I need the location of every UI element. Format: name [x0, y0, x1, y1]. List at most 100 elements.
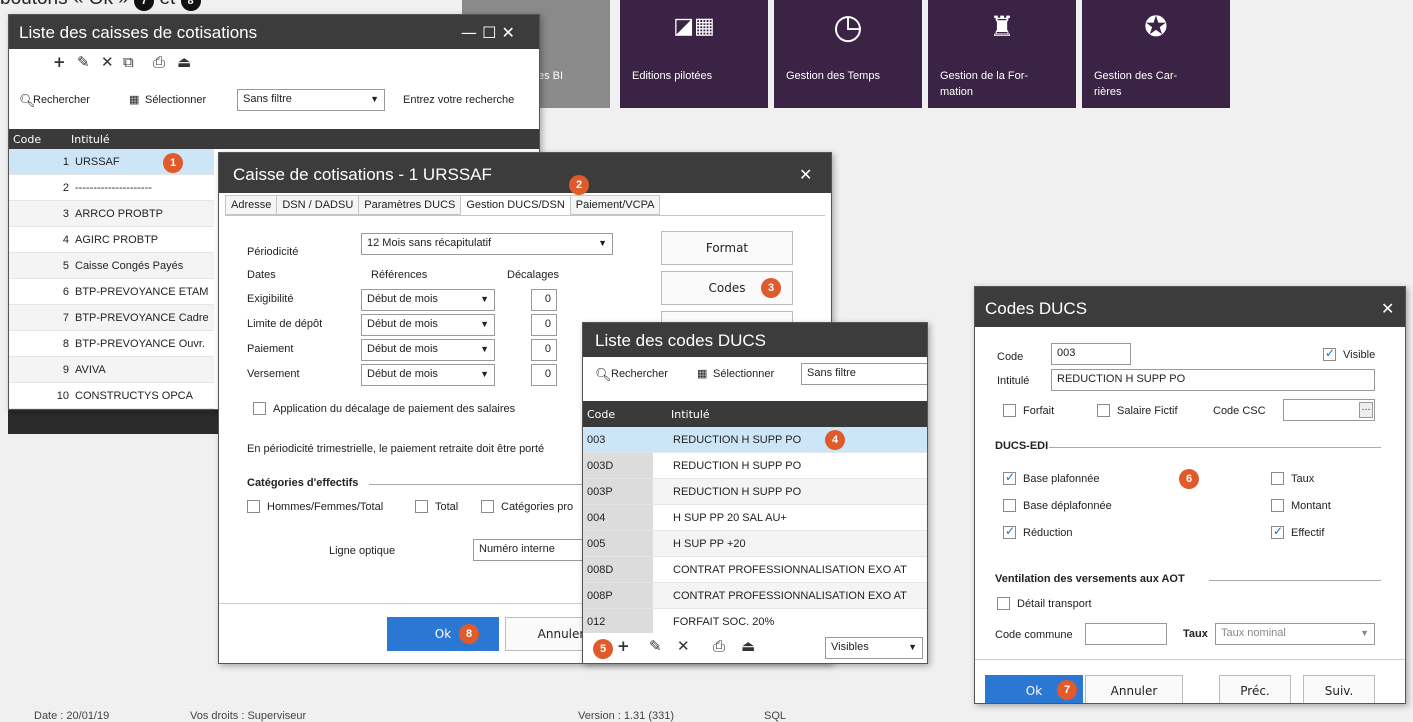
graduate-icon: ♜ [989, 10, 1015, 43]
caisse-code: 9 [62, 364, 69, 376]
categories-title: Catégories d'effectifs [247, 477, 359, 489]
tab-parametres-ducs[interactable]: Paramètres DUCS [358, 195, 462, 215]
periodicite-select[interactable]: 12 Mois sans récapitulatif ▼ [361, 233, 613, 255]
caisse-row[interactable]: 3 ARRCO PROBTP [9, 201, 214, 227]
select-icon[interactable]: ▦ [697, 367, 707, 380]
filter-select[interactable]: Sans filtre▼ [237, 89, 385, 111]
add-icon[interactable]: + [617, 637, 630, 655]
tile-carrieres[interactable]: ✪ Gestion des Car- rières [1082, 0, 1230, 108]
tile-formation[interactable]: ♜ Gestion de la For- mation [928, 0, 1076, 108]
code-row[interactable]: 003 REDUCTION H SUPP PO [583, 427, 927, 453]
visibles-select[interactable]: Visibles ▼ [825, 637, 923, 659]
annuler-button[interactable]: Annuler [1085, 675, 1183, 703]
col-code[interactable]: Code [13, 133, 41, 146]
reference-select[interactable]: Début de mois ▼ [361, 289, 495, 311]
taux-checkbox[interactable] [1271, 472, 1284, 485]
cat-hft-checkbox[interactable] [247, 500, 260, 513]
code-row[interactable]: 005 H SUP PP +20 [583, 531, 927, 557]
ok-button[interactable]: Ok [387, 617, 499, 651]
cat-total-checkbox[interactable] [415, 500, 428, 513]
caisse-row[interactable]: 5 Caisse Congés Payés [9, 253, 214, 279]
delete-icon[interactable]: ✕ [677, 637, 690, 655]
tab-dsn[interactable]: DSN / DADSU [276, 195, 360, 215]
delete-icon[interactable]: ✕ [101, 53, 114, 71]
code-cell: 005 [583, 531, 653, 556]
close-icon[interactable]: ✕ [799, 165, 812, 184]
intitule-field[interactable]: REDUCTION H SUPP PO [1051, 369, 1375, 391]
code-row[interactable]: 012 FORFAIT SOC. 20% [583, 609, 927, 633]
tab-adresse[interactable]: Adresse [225, 195, 278, 215]
export-icon[interactable]: ⏏ [741, 637, 755, 655]
col-code[interactable]: Code [587, 408, 615, 421]
tab-gestion-ducs[interactable]: Gestion DUCS/DSN [460, 195, 571, 215]
detail-transport-checkbox[interactable] [997, 597, 1010, 610]
search-icon[interactable]: 🔍︎ [595, 367, 612, 383]
duplicate-icon[interactable]: ⧉ [123, 53, 134, 71]
reference-select[interactable]: Début de mois ▼ [361, 314, 495, 336]
suiv-button[interactable]: Suiv. [1303, 675, 1375, 703]
decalage-field[interactable]: 0 [531, 314, 557, 336]
code-row[interactable]: 004 H SUP PP 20 SAL AU+ [583, 505, 927, 531]
caisse-row[interactable]: 7 BTP-PREVOYANCE Cadre [9, 305, 214, 331]
decalage-checkbox[interactable] [253, 402, 266, 415]
code-row[interactable]: 008P CONTRAT PROFESSIONNALISATION EXO AT [583, 583, 927, 609]
taux-select[interactable]: Taux nominal ▼ [1215, 623, 1375, 645]
caisse-row[interactable]: 8 BTP-PREVOYANCE Ouvr. [9, 331, 214, 357]
filter-select[interactable]: Sans filtre▼ [801, 363, 927, 385]
date-row-label: Exigibilité [247, 293, 294, 305]
reference-select[interactable]: Début de mois ▼ [361, 364, 495, 386]
caisse-code: 6 [62, 286, 69, 298]
add-icon[interactable]: + [53, 53, 66, 71]
export-icon[interactable]: ⏏ [177, 53, 191, 71]
reference-select[interactable]: Début de mois ▼ [361, 339, 495, 361]
caisse-row[interactable]: 2 --------------------- [9, 175, 214, 201]
caisse-row[interactable]: 9 AVIVA [9, 357, 214, 383]
col-intitule[interactable]: Intitulé [671, 408, 710, 421]
code-row[interactable]: 003D REDUCTION H SUPP PO [583, 453, 927, 479]
chevron-down-icon: ▼ [1360, 628, 1369, 638]
caisse-row[interactable]: 1 URSSAF [9, 149, 214, 175]
print-icon[interactable]: ⎙ [713, 637, 725, 655]
salaire-fictif-checkbox[interactable] [1097, 404, 1110, 417]
window-controls[interactable]: — ☐ ✕ [461, 23, 515, 42]
montant-label: Montant [1291, 500, 1331, 512]
caisse-row[interactable]: 6 BTP-PREVOYANCE ETAM [9, 279, 214, 305]
search-button-label[interactable]: Rechercher [611, 368, 668, 380]
select-button-label[interactable]: Sélectionner [713, 368, 774, 380]
ligne-optique-select[interactable]: Numéro interne [473, 539, 583, 561]
edit-icon[interactable]: ✎ [77, 53, 90, 71]
base-deplafonnee-checkbox[interactable] [1003, 499, 1016, 512]
code-row[interactable]: 003P REDUCTION H SUPP PO [583, 479, 927, 505]
col-intitule[interactable]: Intitulé [71, 133, 110, 146]
tile-temps[interactable]: ◷ Gestion des Temps [774, 0, 922, 108]
decalage-field[interactable]: 0 [531, 289, 557, 311]
search-input[interactable]: Entrez votre recherche [403, 94, 514, 106]
code-cell: 003P [583, 479, 653, 504]
decalage-value: 0 [544, 368, 551, 380]
prec-button[interactable]: Préc. [1219, 675, 1291, 703]
montant-checkbox[interactable] [1271, 499, 1284, 512]
code-row[interactable]: 008D CONTRAT PROFESSIONNALISATION EXO AT [583, 557, 927, 583]
decalage-field[interactable]: 0 [531, 339, 557, 361]
close-icon[interactable]: ✕ [1381, 299, 1394, 318]
tile-editions[interactable]: ◪▦ Editions pilotées [620, 0, 768, 108]
effectif-checkbox[interactable] [1271, 524, 1284, 539]
decalage-field[interactable]: 0 [531, 364, 557, 386]
caisse-row[interactable]: 4 AGIRC PROBTP [9, 227, 214, 253]
format-button[interactable]: Format [661, 231, 793, 265]
code-field[interactable]: 003 [1051, 343, 1131, 365]
tab-paiement[interactable]: Paiement/VCPA [569, 195, 661, 215]
forfait-checkbox[interactable] [1003, 404, 1016, 417]
search-button-label[interactable]: Rechercher [33, 94, 90, 106]
caisse-row[interactable]: 10 CONSTRUCTYS OPCA [9, 383, 214, 409]
edit-icon[interactable]: ✎ [649, 637, 662, 655]
print-icon[interactable]: ⎙ [153, 53, 165, 71]
select-icon[interactable]: ▦ [129, 93, 139, 106]
visible-checkbox[interactable] [1323, 346, 1336, 361]
base-plafonnee-checkbox[interactable] [1003, 470, 1016, 485]
code-commune-field[interactable] [1085, 623, 1167, 645]
cat-pro-checkbox[interactable] [481, 500, 494, 513]
ellipsis-icon[interactable]: … [1359, 402, 1373, 418]
select-button-label[interactable]: Sélectionner [145, 94, 206, 106]
reduction-checkbox[interactable] [1003, 524, 1016, 539]
